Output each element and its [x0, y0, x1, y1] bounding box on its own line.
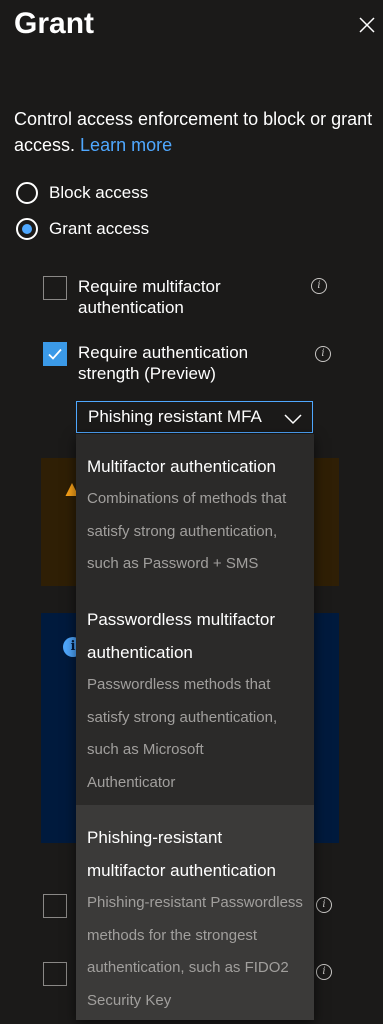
- dropdown-option-phishing-resistant-mfa[interactable]: Phishing-resistant multifactor authentic…: [76, 805, 314, 1020]
- option-description-line: Authenticator: [87, 773, 176, 791]
- option-description-line: Passwordless methods that: [87, 676, 271, 693]
- info-icon[interactable]: i: [311, 278, 327, 294]
- checkbox-checked[interactable]: [43, 342, 67, 366]
- option-description-line: such as Microsoft: [87, 741, 204, 758]
- option-title: Multifactor authentication: [87, 457, 276, 476]
- option-title-line: authentication: [87, 643, 193, 662]
- checkbox[interactable]: [43, 276, 67, 300]
- description-text: Control access enforcement to block or g…: [14, 109, 373, 155]
- option-description-line: authentication, such as FIDO2: [87, 959, 289, 976]
- panel-title: Grant: [14, 7, 95, 40]
- learn-more-link[interactable]: Learn more: [80, 135, 172, 155]
- close-icon[interactable]: [356, 14, 378, 36]
- option-title-line: Passwordless multifactor: [87, 610, 276, 629]
- option-description-line: such as Password + SMS: [87, 555, 259, 572]
- radio-grant-access[interactable]: Grant access: [16, 216, 149, 242]
- option-description-line: methods for the strongest: [87, 926, 258, 944]
- option-title-line: multifactor authentication: [87, 861, 276, 880]
- control-require-auth-strength[interactable]: Require authentication strength (Preview…: [43, 342, 333, 384]
- option-description-line: Phishing-resistant Passwordless: [87, 894, 303, 911]
- checkbox[interactable]: [43, 894, 67, 918]
- grant-description: Control access enforcement to block or g…: [14, 106, 374, 158]
- radio-label: Grant access: [49, 219, 150, 238]
- option-description-line: satisfy strong authentication,: [87, 708, 278, 726]
- control-label: Require authentication strength (Preview…: [78, 343, 249, 383]
- info-icon[interactable]: i: [316, 897, 332, 913]
- control-require-mfa[interactable]: Require multifactor authentication: [43, 276, 333, 318]
- dropdown-menu: Multifactor authentication Combinations …: [76, 434, 314, 1020]
- control-label: Require multifactor authentication: [78, 277, 221, 317]
- option-title-line: Phishing-resistant: [87, 828, 223, 847]
- option-description-line: satisfy strong authentication,: [87, 522, 278, 540]
- dropdown-option-mfa[interactable]: Multifactor authentication Combinations …: [76, 450, 314, 606]
- radio-label: Block access: [49, 183, 149, 202]
- dropdown-option-passwordless-mfa[interactable]: Passwordless multifactor authentication …: [76, 603, 314, 803]
- checkbox[interactable]: [43, 962, 67, 986]
- info-icon[interactable]: i: [315, 346, 331, 362]
- authentication-strength-dropdown[interactable]: Phishing resistant MFA: [76, 401, 313, 433]
- dropdown-selected-value: Phishing resistant MFA: [88, 407, 262, 426]
- option-description-line: Security Key: [87, 991, 172, 1009]
- option-description-line: Combinations of methods that: [87, 490, 287, 507]
- chevron-down-icon: [284, 410, 302, 430]
- radio-block-access[interactable]: Block access: [16, 180, 148, 206]
- info-icon[interactable]: i: [316, 964, 332, 980]
- radio-button[interactable]: [16, 182, 38, 204]
- radio-button-selected[interactable]: [16, 218, 38, 240]
